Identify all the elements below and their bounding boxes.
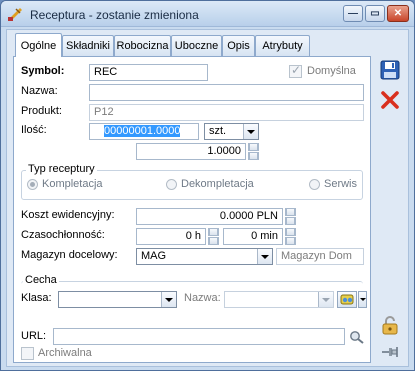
archiwalna-label: Archiwalna — [38, 347, 92, 359]
arrow-down-icon — [286, 217, 295, 225]
spin-up-button[interactable] — [285, 208, 296, 216]
binoculars-icon — [340, 294, 354, 305]
arrow-down-icon — [209, 237, 218, 245]
lock-button[interactable] — [378, 313, 402, 337]
general-panel: Symbol: REC Domyślna Nazwa: Produkt: P12… — [13, 56, 371, 363]
ilosc-input[interactable]: 00000001.0000 — [89, 123, 199, 140]
title-bar[interactable]: Receptura - zostanie zmieniona — ▭ ✕ — [1, 1, 414, 27]
tab-skladniki[interactable]: Składniki — [62, 35, 114, 56]
spin-down-button[interactable] — [248, 152, 259, 160]
czas-minutes-input[interactable]: 0 min — [223, 228, 283, 245]
magazyn-value: MAG — [141, 250, 167, 262]
window-title: Receptura - zostanie zmieniona — [30, 8, 199, 22]
spin-up-button[interactable] — [285, 228, 296, 236]
domyslna-label: Domyślna — [307, 65, 356, 77]
maximize-icon: ▭ — [370, 8, 380, 19]
produkt-label: Produkt: — [21, 105, 62, 117]
koszt-spinner[interactable] — [285, 208, 296, 225]
magazyn-label: Magazyn docelowy: — [21, 249, 118, 261]
magnifier-icon — [350, 330, 364, 344]
unit-dropdown-button[interactable] — [243, 124, 258, 139]
radio-kompletacja-label: Kompletacja — [42, 178, 103, 190]
lock-icon — [382, 316, 398, 335]
magazyn-dropdown-button[interactable] — [257, 249, 272, 264]
close-icon: ✕ — [393, 8, 403, 19]
czas-label: Czasochłonność: — [21, 229, 105, 241]
unit-value: szt. — [209, 125, 227, 137]
symbol-label: Symbol: — [21, 65, 65, 77]
nazwa-input[interactable] — [89, 84, 364, 101]
cecha-title: Cecha — [23, 274, 59, 286]
content-frame: Ogólne Składniki Robocizna Uboczne Opis … — [6, 29, 409, 367]
ilosc2-input[interactable]: 1.0000 — [136, 143, 246, 160]
delete-x-icon — [381, 91, 399, 109]
ilosc-label: Ilość: — [21, 124, 47, 136]
koszt-label: Koszt ewidencyjny: — [21, 209, 115, 221]
tab-ogolne[interactable]: Ogólne — [15, 33, 62, 57]
klasa-dropdown-button[interactable] — [161, 292, 176, 307]
close-button[interactable]: ✕ — [387, 5, 409, 22]
klasa-label: Klasa: — [21, 292, 52, 304]
chevron-down-icon — [359, 298, 366, 301]
czas-hours-input[interactable]: 0 h — [136, 228, 206, 245]
ilosc-value: 00000001.0000 — [104, 125, 181, 137]
spin-down-button[interactable] — [285, 237, 296, 245]
domyslna-checkbox[interactable] — [289, 63, 302, 78]
spin-up-button[interactable] — [208, 228, 219, 236]
save-button[interactable] — [378, 58, 402, 82]
magazyn-select[interactable]: MAG — [136, 248, 273, 265]
url-input[interactable] — [53, 328, 345, 345]
url-label: URL: — [21, 330, 47, 342]
magazyn-name-field: Magazyn Dom — [276, 248, 364, 265]
spin-down-button[interactable] — [285, 217, 296, 225]
spin-up-button[interactable] — [248, 143, 259, 151]
delete-button[interactable] — [378, 88, 402, 112]
archiwalna-checkbox[interactable] — [21, 347, 34, 360]
radio-serwis-label: Serwis — [324, 178, 358, 190]
app-icon — [8, 8, 22, 21]
floppy-disk-icon — [380, 60, 400, 80]
koszt-input[interactable]: 0.0000 PLN — [136, 208, 283, 225]
arrow-up-icon — [209, 228, 218, 236]
url-browse-button[interactable] — [348, 328, 366, 345]
pin-button[interactable] — [378, 340, 402, 364]
radio-kompletacja[interactable] — [27, 179, 38, 190]
radio-dekompletacja-label: Dekompletacja — [181, 178, 254, 190]
cecha-nazwa-dropdown-button[interactable] — [318, 292, 333, 307]
radio-dekompletacja[interactable] — [166, 179, 177, 190]
cecha-nazwa-label: Nazwa: — [184, 292, 221, 304]
recipe-window: Receptura - zostanie zmieniona — ▭ ✕ Ogó… — [0, 0, 415, 371]
arrow-down-icon — [249, 152, 258, 160]
arrow-up-icon — [286, 208, 295, 216]
produkt-input[interactable]: P12 — [89, 104, 364, 121]
cecha-nazwa-select[interactable] — [224, 291, 334, 308]
arrow-up-icon — [286, 228, 295, 236]
nazwa-label: Nazwa: — [21, 85, 58, 97]
tab-atrybuty[interactable]: Atrybuty — [255, 35, 310, 56]
minimize-icon: — — [348, 8, 358, 19]
cecha-menu-button[interactable] — [358, 291, 367, 308]
tab-robocizna[interactable]: Robocizna — [114, 35, 171, 56]
arrow-up-icon — [249, 143, 258, 151]
radio-serwis[interactable] — [309, 179, 320, 190]
unit-select[interactable]: szt. — [204, 123, 259, 140]
chevron-down-icon — [165, 297, 173, 302]
chevron-down-icon — [322, 297, 330, 302]
typ-receptury-title: Typ receptury — [26, 163, 97, 175]
tab-uboczne[interactable]: Uboczne — [171, 35, 222, 56]
ilosc2-spinner[interactable] — [248, 143, 259, 160]
spin-down-button[interactable] — [208, 237, 219, 245]
chevron-down-icon — [247, 129, 255, 134]
cecha-search-button[interactable] — [337, 291, 357, 308]
chevron-down-icon — [261, 254, 269, 259]
arrow-down-icon — [286, 237, 295, 245]
maximize-button[interactable]: ▭ — [365, 5, 385, 22]
tab-opis[interactable]: Opis — [222, 35, 255, 56]
klasa-select[interactable] — [58, 291, 177, 308]
pin-icon — [382, 347, 398, 357]
czas-hours-spinner[interactable] — [208, 228, 219, 245]
czas-minutes-spinner[interactable] — [285, 228, 296, 245]
symbol-input[interactable]: REC — [89, 64, 208, 81]
minimize-button[interactable]: — — [343, 5, 363, 22]
